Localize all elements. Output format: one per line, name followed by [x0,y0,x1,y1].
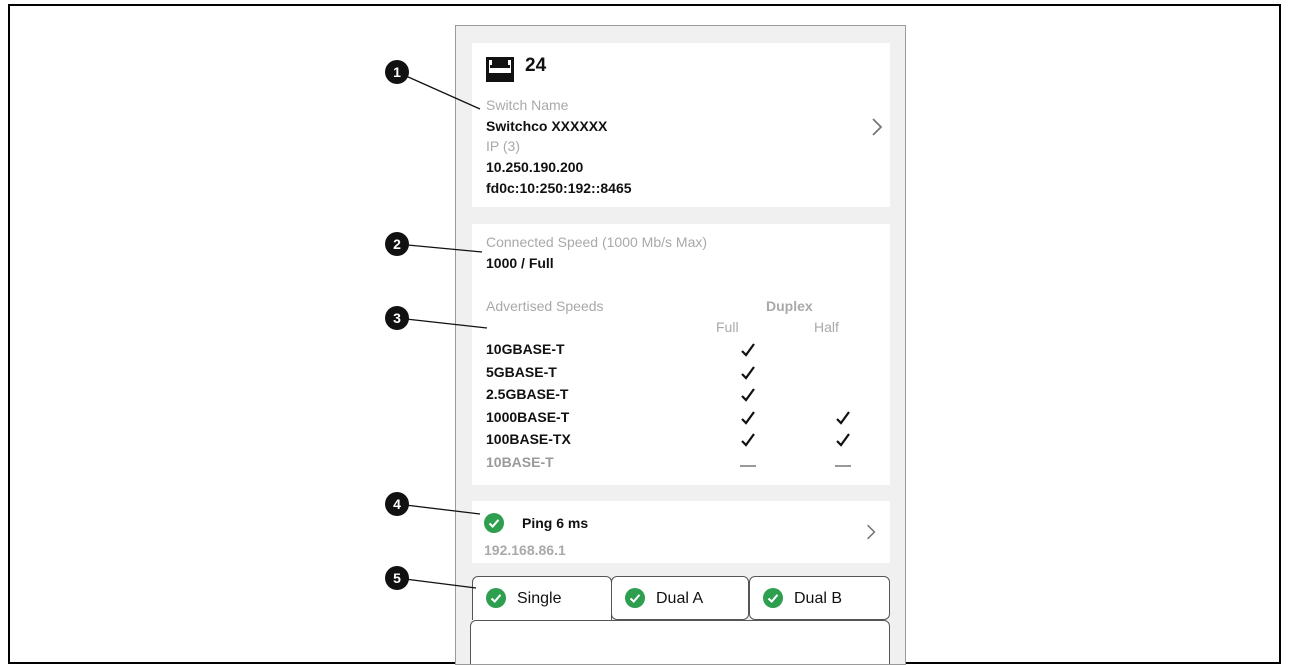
callout-leader-lines [396,71,488,589]
callout-5: 5 [385,566,409,590]
callout-2: 2 [385,232,409,256]
callout-4: 4 [385,492,409,516]
callout-1: 1 [385,60,409,84]
callout-3: 3 [385,306,409,330]
